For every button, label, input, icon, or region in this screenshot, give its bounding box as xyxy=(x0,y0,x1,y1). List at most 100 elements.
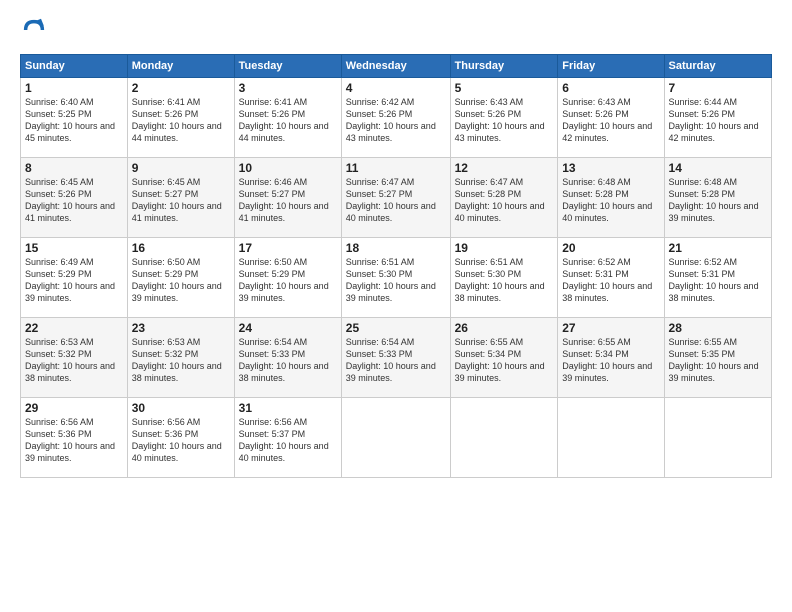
calendar-cell: 26 Sunrise: 6:55 AM Sunset: 5:34 PM Dayl… xyxy=(450,318,558,398)
day-info: Sunrise: 6:52 AM Sunset: 5:31 PM Dayligh… xyxy=(562,256,659,305)
calendar-cell: 17 Sunrise: 6:50 AM Sunset: 5:29 PM Dayl… xyxy=(234,238,341,318)
day-info: Sunrise: 6:53 AM Sunset: 5:32 PM Dayligh… xyxy=(132,336,230,385)
day-number: 10 xyxy=(239,161,337,175)
calendar-cell: 30 Sunrise: 6:56 AM Sunset: 5:36 PM Dayl… xyxy=(127,398,234,478)
day-number: 4 xyxy=(346,81,446,95)
calendar-cell: 10 Sunrise: 6:46 AM Sunset: 5:27 PM Dayl… xyxy=(234,158,341,238)
calendar-cell: 22 Sunrise: 6:53 AM Sunset: 5:32 PM Dayl… xyxy=(21,318,128,398)
calendar-cell xyxy=(341,398,450,478)
day-info: Sunrise: 6:51 AM Sunset: 5:30 PM Dayligh… xyxy=(455,256,554,305)
col-header-sunday: Sunday xyxy=(21,55,128,78)
calendar: SundayMondayTuesdayWednesdayThursdayFrid… xyxy=(20,54,772,478)
calendar-cell: 14 Sunrise: 6:48 AM Sunset: 5:28 PM Dayl… xyxy=(664,158,771,238)
day-info: Sunrise: 6:41 AM Sunset: 5:26 PM Dayligh… xyxy=(132,96,230,145)
calendar-cell: 9 Sunrise: 6:45 AM Sunset: 5:27 PM Dayli… xyxy=(127,158,234,238)
col-header-wednesday: Wednesday xyxy=(341,55,450,78)
day-info: Sunrise: 6:54 AM Sunset: 5:33 PM Dayligh… xyxy=(346,336,446,385)
day-info: Sunrise: 6:41 AM Sunset: 5:26 PM Dayligh… xyxy=(239,96,337,145)
calendar-cell xyxy=(450,398,558,478)
day-info: Sunrise: 6:52 AM Sunset: 5:31 PM Dayligh… xyxy=(669,256,767,305)
calendar-cell: 21 Sunrise: 6:52 AM Sunset: 5:31 PM Dayl… xyxy=(664,238,771,318)
page: SundayMondayTuesdayWednesdayThursdayFrid… xyxy=(0,0,792,612)
calendar-cell xyxy=(558,398,664,478)
calendar-cell: 18 Sunrise: 6:51 AM Sunset: 5:30 PM Dayl… xyxy=(341,238,450,318)
day-number: 14 xyxy=(669,161,767,175)
day-info: Sunrise: 6:40 AM Sunset: 5:25 PM Dayligh… xyxy=(25,96,123,145)
calendar-cell: 29 Sunrise: 6:56 AM Sunset: 5:36 PM Dayl… xyxy=(21,398,128,478)
day-info: Sunrise: 6:56 AM Sunset: 5:36 PM Dayligh… xyxy=(132,416,230,465)
logo-icon xyxy=(20,16,48,44)
col-header-monday: Monday xyxy=(127,55,234,78)
calendar-cell: 7 Sunrise: 6:44 AM Sunset: 5:26 PM Dayli… xyxy=(664,78,771,158)
day-info: Sunrise: 6:47 AM Sunset: 5:27 PM Dayligh… xyxy=(346,176,446,225)
day-number: 7 xyxy=(669,81,767,95)
calendar-cell: 1 Sunrise: 6:40 AM Sunset: 5:25 PM Dayli… xyxy=(21,78,128,158)
calendar-cell: 2 Sunrise: 6:41 AM Sunset: 5:26 PM Dayli… xyxy=(127,78,234,158)
calendar-cell: 3 Sunrise: 6:41 AM Sunset: 5:26 PM Dayli… xyxy=(234,78,341,158)
day-info: Sunrise: 6:47 AM Sunset: 5:28 PM Dayligh… xyxy=(455,176,554,225)
calendar-cell: 11 Sunrise: 6:47 AM Sunset: 5:27 PM Dayl… xyxy=(341,158,450,238)
day-number: 9 xyxy=(132,161,230,175)
calendar-cell: 15 Sunrise: 6:49 AM Sunset: 5:29 PM Dayl… xyxy=(21,238,128,318)
day-info: Sunrise: 6:54 AM Sunset: 5:33 PM Dayligh… xyxy=(239,336,337,385)
calendar-cell xyxy=(664,398,771,478)
calendar-cell: 25 Sunrise: 6:54 AM Sunset: 5:33 PM Dayl… xyxy=(341,318,450,398)
calendar-cell: 16 Sunrise: 6:50 AM Sunset: 5:29 PM Dayl… xyxy=(127,238,234,318)
calendar-cell: 4 Sunrise: 6:42 AM Sunset: 5:26 PM Dayli… xyxy=(341,78,450,158)
calendar-cell: 8 Sunrise: 6:45 AM Sunset: 5:26 PM Dayli… xyxy=(21,158,128,238)
day-info: Sunrise: 6:53 AM Sunset: 5:32 PM Dayligh… xyxy=(25,336,123,385)
day-number: 23 xyxy=(132,321,230,335)
calendar-cell: 23 Sunrise: 6:53 AM Sunset: 5:32 PM Dayl… xyxy=(127,318,234,398)
day-info: Sunrise: 6:45 AM Sunset: 5:27 PM Dayligh… xyxy=(132,176,230,225)
day-number: 22 xyxy=(25,321,123,335)
day-info: Sunrise: 6:43 AM Sunset: 5:26 PM Dayligh… xyxy=(455,96,554,145)
day-number: 28 xyxy=(669,321,767,335)
col-header-friday: Friday xyxy=(558,55,664,78)
day-number: 20 xyxy=(562,241,659,255)
day-info: Sunrise: 6:50 AM Sunset: 5:29 PM Dayligh… xyxy=(132,256,230,305)
day-number: 11 xyxy=(346,161,446,175)
calendar-cell: 13 Sunrise: 6:48 AM Sunset: 5:28 PM Dayl… xyxy=(558,158,664,238)
day-number: 24 xyxy=(239,321,337,335)
calendar-cell: 5 Sunrise: 6:43 AM Sunset: 5:26 PM Dayli… xyxy=(450,78,558,158)
day-number: 1 xyxy=(25,81,123,95)
day-number: 13 xyxy=(562,161,659,175)
day-info: Sunrise: 6:55 AM Sunset: 5:35 PM Dayligh… xyxy=(669,336,767,385)
day-info: Sunrise: 6:51 AM Sunset: 5:30 PM Dayligh… xyxy=(346,256,446,305)
day-info: Sunrise: 6:46 AM Sunset: 5:27 PM Dayligh… xyxy=(239,176,337,225)
day-info: Sunrise: 6:48 AM Sunset: 5:28 PM Dayligh… xyxy=(669,176,767,225)
day-info: Sunrise: 6:55 AM Sunset: 5:34 PM Dayligh… xyxy=(455,336,554,385)
day-number: 21 xyxy=(669,241,767,255)
day-info: Sunrise: 6:55 AM Sunset: 5:34 PM Dayligh… xyxy=(562,336,659,385)
day-number: 26 xyxy=(455,321,554,335)
calendar-cell: 24 Sunrise: 6:54 AM Sunset: 5:33 PM Dayl… xyxy=(234,318,341,398)
col-header-tuesday: Tuesday xyxy=(234,55,341,78)
day-info: Sunrise: 6:42 AM Sunset: 5:26 PM Dayligh… xyxy=(346,96,446,145)
day-number: 25 xyxy=(346,321,446,335)
day-number: 3 xyxy=(239,81,337,95)
day-number: 29 xyxy=(25,401,123,415)
day-number: 16 xyxy=(132,241,230,255)
logo xyxy=(20,16,52,44)
day-number: 27 xyxy=(562,321,659,335)
day-info: Sunrise: 6:43 AM Sunset: 5:26 PM Dayligh… xyxy=(562,96,659,145)
day-number: 15 xyxy=(25,241,123,255)
col-header-saturday: Saturday xyxy=(664,55,771,78)
calendar-cell: 31 Sunrise: 6:56 AM Sunset: 5:37 PM Dayl… xyxy=(234,398,341,478)
day-number: 18 xyxy=(346,241,446,255)
calendar-cell: 12 Sunrise: 6:47 AM Sunset: 5:28 PM Dayl… xyxy=(450,158,558,238)
day-number: 31 xyxy=(239,401,337,415)
day-number: 8 xyxy=(25,161,123,175)
day-info: Sunrise: 6:49 AM Sunset: 5:29 PM Dayligh… xyxy=(25,256,123,305)
day-info: Sunrise: 6:56 AM Sunset: 5:36 PM Dayligh… xyxy=(25,416,123,465)
day-info: Sunrise: 6:45 AM Sunset: 5:26 PM Dayligh… xyxy=(25,176,123,225)
day-number: 5 xyxy=(455,81,554,95)
calendar-cell: 6 Sunrise: 6:43 AM Sunset: 5:26 PM Dayli… xyxy=(558,78,664,158)
calendar-cell: 27 Sunrise: 6:55 AM Sunset: 5:34 PM Dayl… xyxy=(558,318,664,398)
day-number: 12 xyxy=(455,161,554,175)
day-number: 17 xyxy=(239,241,337,255)
calendar-cell: 20 Sunrise: 6:52 AM Sunset: 5:31 PM Dayl… xyxy=(558,238,664,318)
day-info: Sunrise: 6:56 AM Sunset: 5:37 PM Dayligh… xyxy=(239,416,337,465)
header xyxy=(20,16,772,44)
day-info: Sunrise: 6:44 AM Sunset: 5:26 PM Dayligh… xyxy=(669,96,767,145)
